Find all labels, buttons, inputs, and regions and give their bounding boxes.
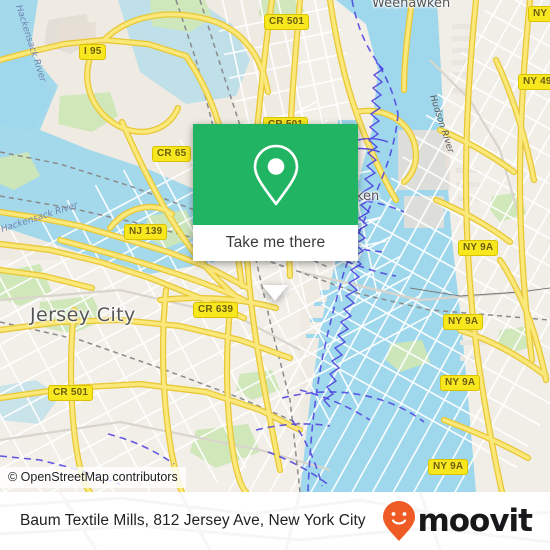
take-me-there-label: Take me there <box>225 234 326 251</box>
place-label-jersey-city: Jersey City <box>30 304 136 326</box>
moovit-logo[interactable]: moovit <box>382 500 533 542</box>
map-screenshot: Hackensack River Hackensack River Hudson… <box>0 0 550 550</box>
map-attribution[interactable]: © OpenStreetMap contributors <box>0 467 186 488</box>
footer-bar: Baum Textile Mills, 812 Jersey Ave, New … <box>0 492 550 550</box>
place-label-weehawken: Weehawken <box>372 0 451 11</box>
location-callout-card[interactable]: Take me there <box>193 124 358 301</box>
map-pin-icon <box>253 144 298 205</box>
road-shield[interactable]: CR 501 <box>48 385 94 401</box>
location-title: Baum Textile Mills, 812 Jersey Ave, New … <box>20 512 366 529</box>
road-shield[interactable]: CR 639 <box>193 302 239 318</box>
moovit-wordmark: moovit <box>417 503 533 539</box>
road-shield[interactable]: NJ 139 <box>124 224 168 240</box>
take-me-there-button[interactable]: Take me there <box>193 225 358 261</box>
road-shield[interactable]: NY 9A <box>428 459 469 475</box>
callout-header <box>193 124 358 225</box>
road-shield[interactable]: NY 9A <box>443 314 484 330</box>
road-shield[interactable]: NY 4 <box>528 6 550 22</box>
moovit-smiley-pin-icon <box>383 501 416 541</box>
road-shield[interactable]: NY 9A <box>440 375 481 391</box>
road-shield[interactable]: NY 49 <box>518 74 550 90</box>
road-shield[interactable]: CR 501 <box>264 14 310 30</box>
road-shield[interactable]: NY 9A <box>458 240 499 256</box>
road-shield[interactable]: CR 65 <box>152 146 192 162</box>
callout-tail <box>262 285 288 301</box>
road-shield[interactable]: I 95 <box>79 44 107 60</box>
